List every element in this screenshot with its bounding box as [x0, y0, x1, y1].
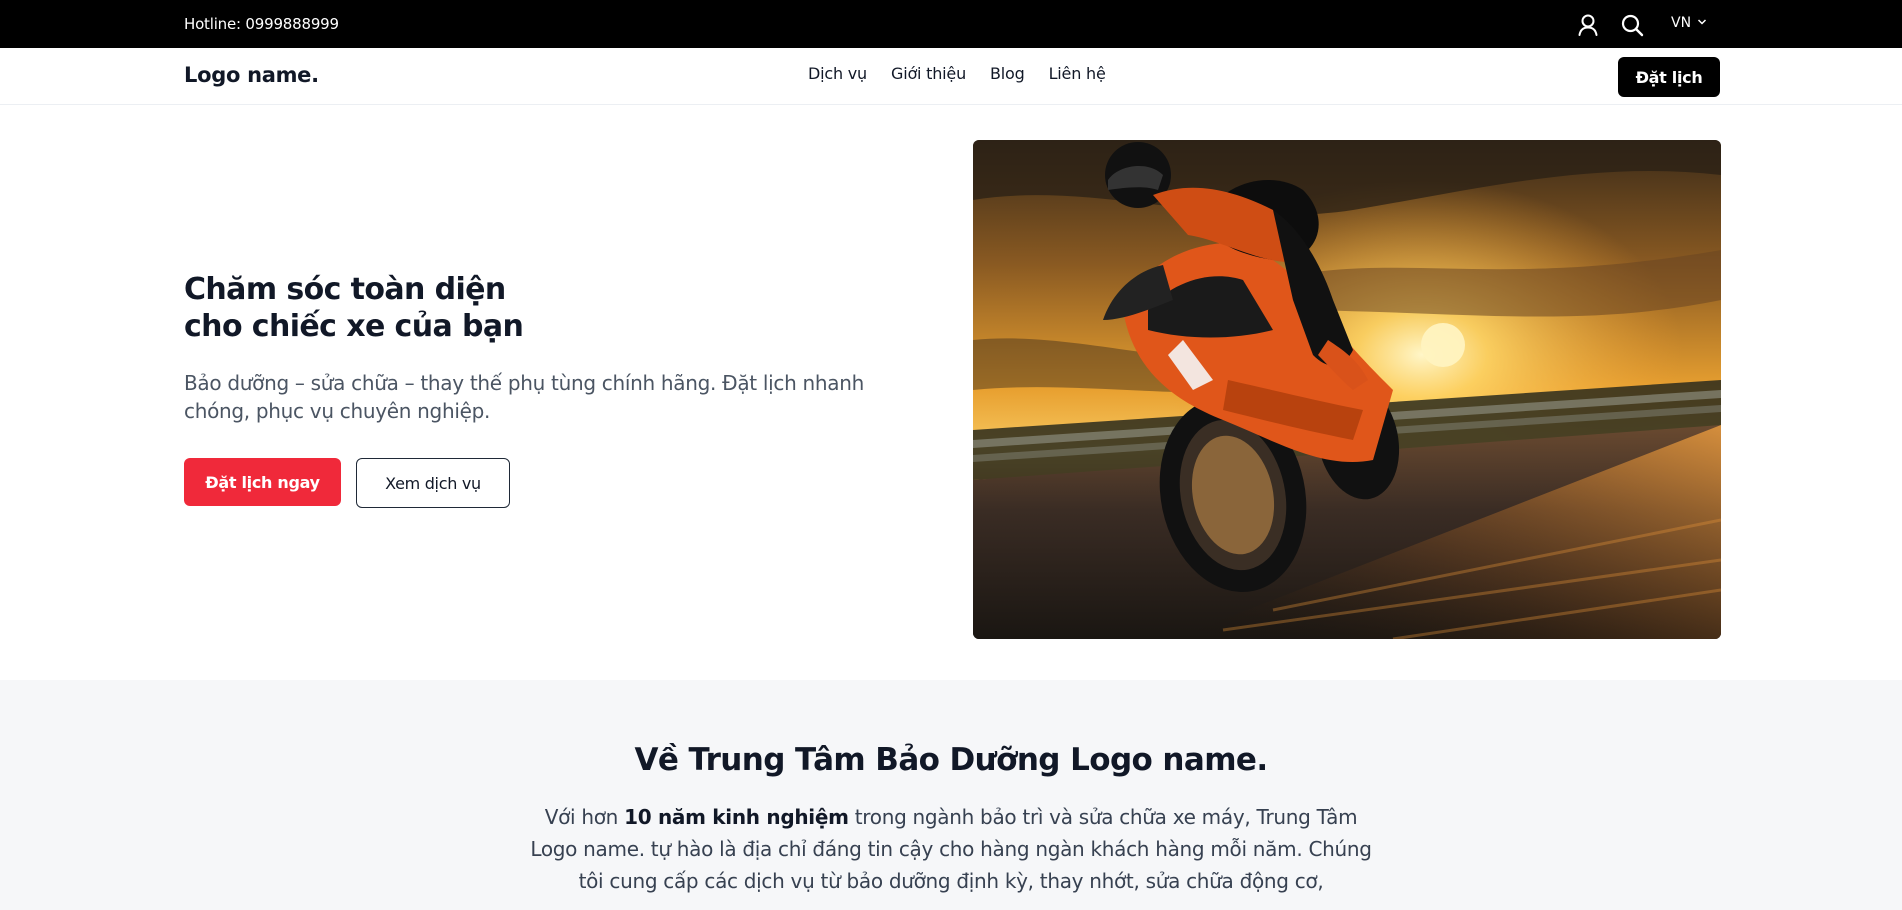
- nav-item-contact[interactable]: Liên hệ: [1049, 64, 1106, 83]
- about-intro-prefix: Với hơn: [544, 805, 625, 829]
- hotline-text: Hotline: 0999888999: [184, 15, 339, 33]
- nav-item-about[interactable]: Giới thiệu: [891, 64, 966, 83]
- about-title: Về Trung Tâm Bảo Dưỡng Logo name.: [634, 742, 1268, 778]
- hero-title-line1: Chăm sóc toàn diện: [184, 272, 506, 307]
- search-icon[interactable]: [1619, 12, 1645, 38]
- book-now-button[interactable]: Đặt lịch ngay: [184, 458, 341, 506]
- about-section: Về Trung Tâm Bảo Dưỡng Logo name. Với hơ…: [0, 680, 1902, 910]
- nav-item-services[interactable]: Dịch vụ: [808, 64, 867, 83]
- view-services-button[interactable]: Xem dịch vụ: [356, 458, 510, 508]
- user-icon[interactable]: [1575, 12, 1601, 38]
- chevron-down-icon: [1697, 15, 1707, 31]
- hero-motorcycle-image: [973, 140, 1721, 639]
- nav-item-blog[interactable]: Blog: [990, 64, 1025, 83]
- hero-subtitle: Bảo dưỡng – sửa chữa – thay thế phụ tùng…: [184, 371, 864, 423]
- site-logo[interactable]: Logo name.: [184, 63, 319, 87]
- about-intro: Với hơn 10 năm kinh nghiệm trong ngành b…: [520, 801, 1382, 897]
- about-intro-highlight: 10 năm kinh nghiệm: [624, 805, 849, 829]
- book-appointment-button[interactable]: Đặt lịch: [1618, 57, 1720, 97]
- hero-title: Chăm sóc toàn diện cho chiếc xe của bạn: [184, 271, 744, 345]
- nav-menu: Dịch vụ Giới thiệu Blog Liên hệ: [808, 64, 1106, 83]
- language-label: VN: [1671, 15, 1692, 31]
- main-navbar: Logo name. Dịch vụ Giới thiệu Blog Liên …: [0, 48, 1902, 105]
- language-selector[interactable]: VN: [1671, 15, 1707, 31]
- top-bar: Hotline: 0999888999 VN: [0, 0, 1902, 48]
- hero-section: Chăm sóc toàn diện cho chiếc xe của bạn …: [0, 105, 1902, 680]
- hero-title-line2: cho chiếc xe của bạn: [184, 309, 524, 344]
